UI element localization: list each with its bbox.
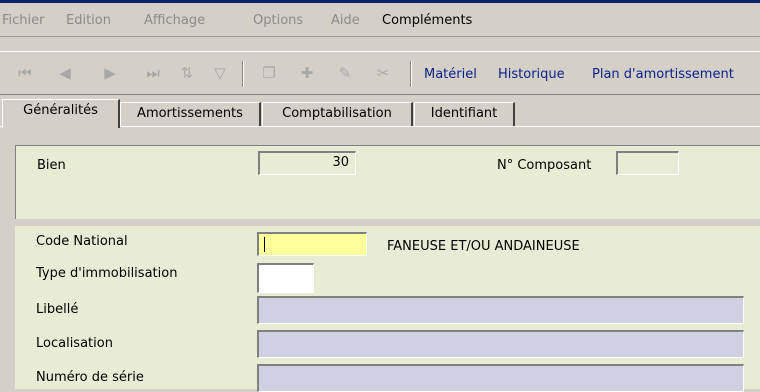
tab-comptabilisation[interactable]: Comptabilisation — [262, 102, 413, 127]
bien-field[interactable]: 30 — [258, 151, 356, 175]
menu-aide[interactable]: Aide — [331, 13, 360, 28]
libelle-label: Libellé — [36, 302, 79, 317]
tab-amortissements[interactable]: Amortissements — [120, 102, 261, 127]
tab-identifiant[interactable]: Identifiant — [414, 102, 515, 127]
composant-label: N° Composant — [497, 158, 592, 173]
plan-amortissement-link[interactable]: Plan d'amortissement — [592, 67, 734, 82]
materiel-link[interactable]: Matériel — [424, 67, 477, 82]
edit-icon[interactable]: ✎ — [334, 63, 356, 83]
menu-bar: Fichier Edition Affichage Options Aide C… — [0, 3, 760, 37]
localisation-field[interactable] — [257, 330, 744, 358]
next-record-icon[interactable]: ▶ — [99, 63, 121, 83]
localisation-label: Localisation — [36, 336, 113, 351]
filter-icon[interactable]: ▽ — [209, 63, 231, 83]
details-group: Code National FANEUSE ET/OU ANDAINEUSE T… — [15, 226, 760, 392]
code-national-description: FANEUSE ET/OU ANDAINEUSE — [387, 239, 580, 254]
code-national-label: Code National — [36, 234, 128, 249]
add-icon[interactable]: ✚ — [296, 63, 318, 83]
libelle-field[interactable] — [257, 296, 744, 324]
composant-field[interactable] — [616, 151, 679, 175]
menu-affichage[interactable]: Affichage — [144, 13, 205, 28]
type-immobilisation-label: Type d'immobilisation — [36, 266, 178, 281]
historique-link[interactable]: Historique — [498, 67, 565, 82]
first-record-icon[interactable]: ⏮ — [14, 63, 36, 83]
tab-strip: Généralités Amortissements Comptabilisat… — [0, 99, 760, 128]
delete-icon[interactable]: ✂ — [372, 63, 394, 83]
numero-serie-field[interactable] — [257, 364, 744, 392]
toolbar-separator — [410, 61, 412, 87]
bien-label: Bien — [37, 158, 66, 173]
menu-edition[interactable]: Edition — [66, 13, 111, 28]
last-record-icon[interactable]: ⏭ — [142, 63, 164, 83]
text-cursor — [264, 237, 265, 252]
type-immobilisation-field[interactable] — [257, 263, 314, 293]
toolbar-separator — [242, 61, 244, 87]
numero-serie-label: Numéro de série — [36, 370, 144, 385]
menu-fichier[interactable]: Fichier — [2, 13, 45, 28]
copy-icon[interactable]: ❐ — [258, 63, 280, 83]
menu-options[interactable]: Options — [253, 13, 303, 28]
sort-icon[interactable]: ⇅ — [176, 63, 198, 83]
bien-group: Bien 30 N° Composant — [15, 145, 760, 219]
code-national-field[interactable] — [257, 232, 367, 256]
tab-generalites[interactable]: Généralités — [2, 99, 120, 128]
menu-complements[interactable]: Compléments — [382, 13, 472, 28]
previous-record-icon[interactable]: ◀ — [54, 63, 76, 83]
toolbar: ⏮ ◀ ▶ ⏭ ⇅ ▽ ❐ ✚ ✎ ✂ Matériel Historique … — [0, 51, 760, 95]
